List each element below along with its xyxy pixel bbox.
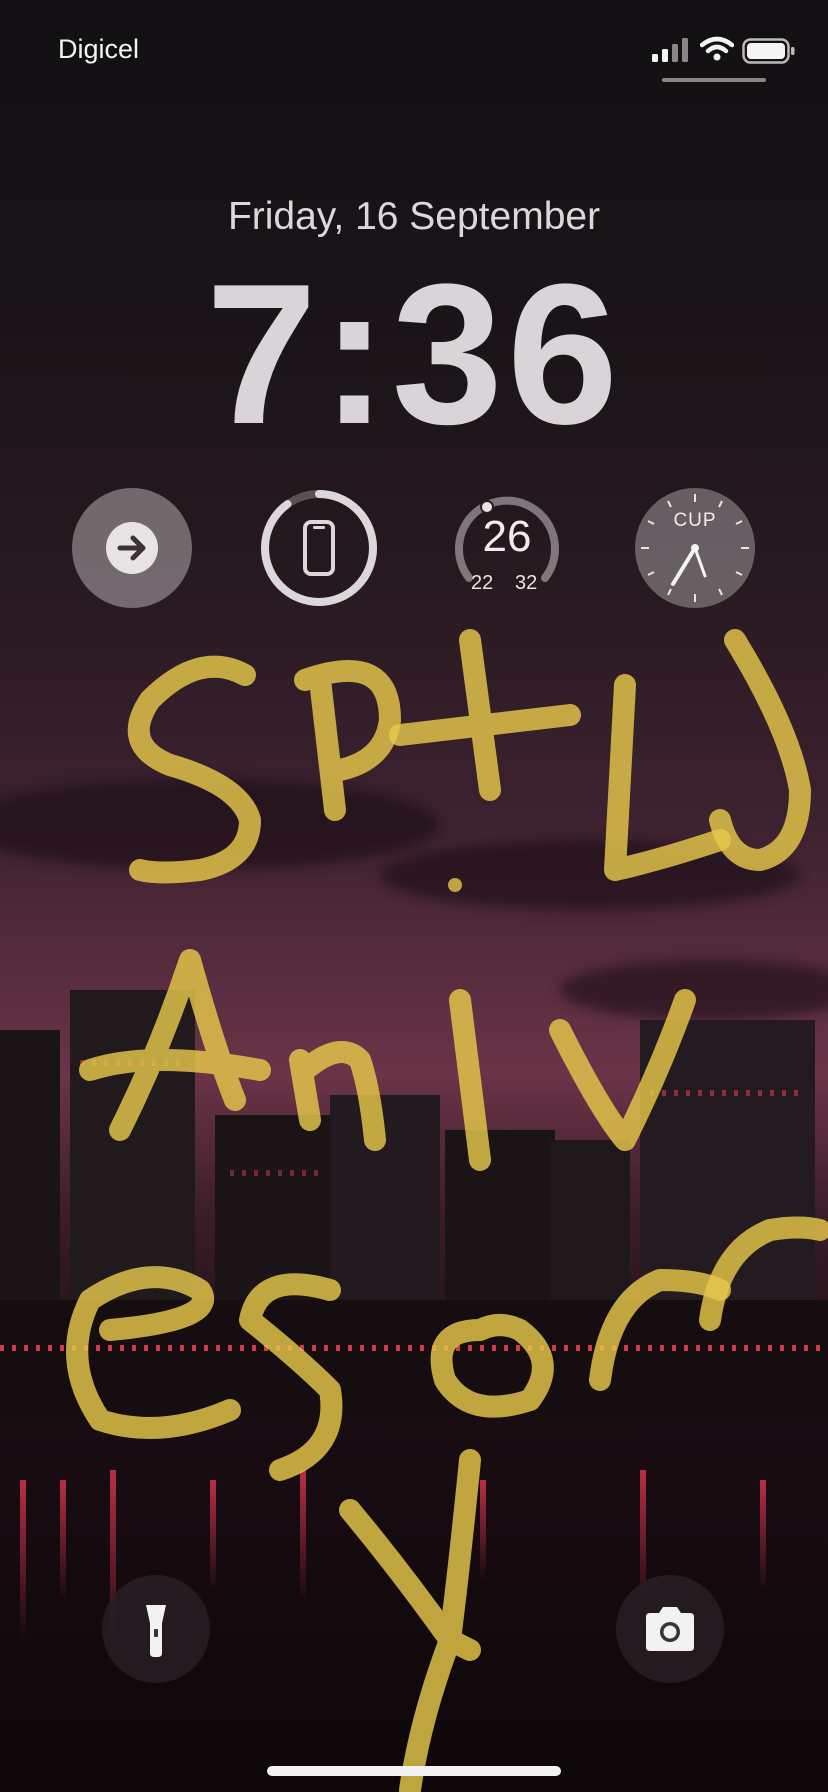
battery-icon <box>742 38 796 68</box>
battery-widget[interactable] <box>259 488 379 608</box>
clock-city-label: CUP <box>673 510 717 531</box>
weather-low-temp: 22 <box>471 572 494 594</box>
home-indicator[interactable] <box>267 1766 561 1776</box>
water-reflection <box>760 1480 766 1590</box>
city-lights <box>80 1060 180 1066</box>
city-lights <box>650 1090 800 1096</box>
weather-widget[interactable]: 26 22 32 <box>447 488 567 608</box>
lock-date: Friday, 16 September <box>227 195 601 238</box>
cellular-signal-icon <box>652 38 690 66</box>
lock-time: 7:36 <box>205 243 623 466</box>
notification-indicator <box>662 78 766 82</box>
flashlight-icon <box>146 1605 166 1657</box>
camera-button[interactable] <box>616 1575 724 1683</box>
wifi-icon <box>699 36 735 66</box>
shortcut-widget[interactable] <box>72 488 192 608</box>
city-lights <box>0 1345 828 1351</box>
flashlight-button[interactable] <box>102 1575 210 1683</box>
water-reflection <box>480 1480 486 1580</box>
water-reflection <box>20 1480 26 1640</box>
world-clock-widget[interactable]: CUP <box>635 488 755 608</box>
building <box>70 990 195 1350</box>
water-reflection <box>210 1480 216 1590</box>
carrier-label: Digicel <box>58 34 140 64</box>
weather-current-temp: 26 <box>482 512 532 561</box>
status-bar: Digicel <box>0 0 828 100</box>
cloud <box>560 960 828 1020</box>
city-lights <box>230 1170 320 1176</box>
cloud <box>0 780 440 870</box>
camera-icon <box>646 1607 694 1651</box>
cloud <box>380 840 800 910</box>
weather-high-temp: 32 <box>515 572 538 594</box>
shoreline <box>0 1300 828 1420</box>
water-reflection <box>60 1480 66 1600</box>
water-reflection <box>300 1470 306 1600</box>
